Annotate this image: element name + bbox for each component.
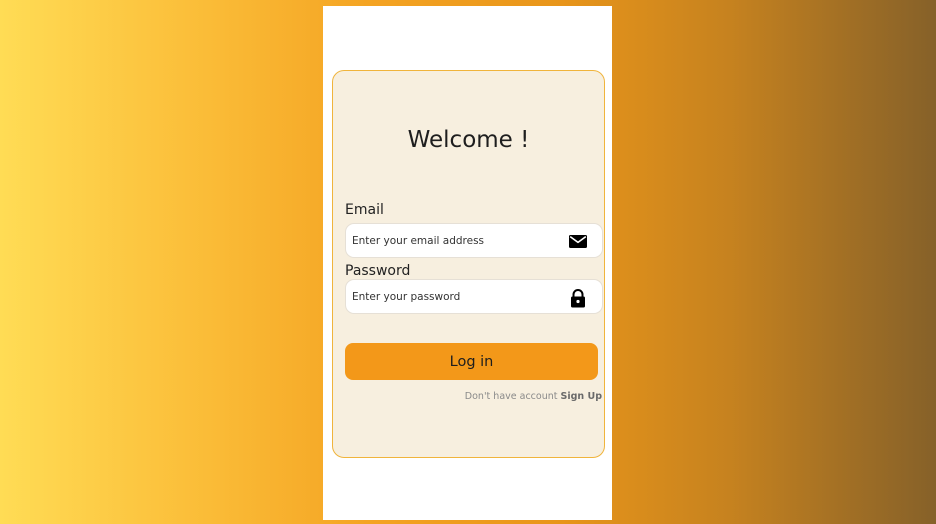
login-button[interactable]: Log in	[345, 343, 598, 380]
email-label: Email	[345, 202, 384, 218]
page-title: Welcome !	[407, 127, 530, 153]
signup-link[interactable]: Sign Up	[561, 391, 602, 402]
password-field-container	[345, 279, 603, 314]
email-field-container	[345, 223, 603, 258]
phone-frame: Welcome ! Email Password Log in	[323, 6, 612, 520]
password-field[interactable]	[352, 280, 562, 313]
login-card: Welcome ! Email Password Log in	[332, 70, 605, 458]
email-field[interactable]	[352, 224, 562, 257]
lock-icon	[568, 288, 588, 308]
envelope-icon	[568, 232, 588, 252]
signup-prompt: Don't have account	[464, 391, 558, 402]
signup-row: Don't have account Sign Up	[465, 391, 602, 402]
password-label: Password	[345, 263, 411, 279]
